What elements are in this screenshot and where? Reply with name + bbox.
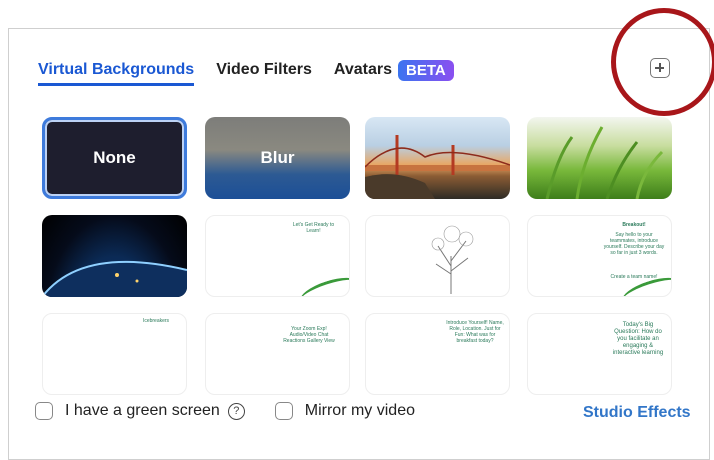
background-tabs: Virtual Backgrounds Video Filters Avatar… [38, 55, 454, 86]
background-none[interactable]: None [42, 117, 187, 199]
background-doc-introduce[interactable]: Introduce Yourself! Name, Role, Location… [365, 313, 510, 395]
tree-drawing [431, 225, 474, 294]
background-doc-get-ready[interactable]: Let's Get Ready to Learn! [205, 215, 350, 297]
mirror-video-checkbox[interactable] [274, 402, 293, 420]
background-doc-tree[interactable] [365, 215, 510, 297]
mirror-video-label: Mirror my video [304, 402, 415, 419]
earth-image [42, 260, 187, 297]
bridge-image [365, 135, 510, 199]
doc5-text: Your Zoom Exp! Audio/Video Chat Reaction… [283, 326, 335, 344]
background-earth[interactable] [42, 215, 187, 297]
doc7-text: Today's Big Question: How do you facilit… [612, 322, 664, 356]
background-grass[interactable] [527, 117, 672, 199]
tab-avatars[interactable]: Avatars [334, 61, 392, 79]
beta-badge: BETA [398, 59, 454, 81]
doc6-text: Introduce Yourself! Name, Role, Location… [446, 320, 504, 344]
doc1-text: Let's Get Ready to Learn! [292, 222, 335, 234]
doc3-title: Breakout! [622, 222, 646, 228]
green-screen-checkbox[interactable] [35, 402, 53, 420]
doc3-text: Say hello to your teammates, introduce y… [603, 232, 665, 256]
background-blur-label: Blur [260, 148, 295, 167]
background-doc-icebreakers[interactable]: Icebreakers [42, 313, 187, 395]
grass-image [545, 126, 664, 199]
background-doc-big-question[interactable]: Today's Big Question: How do you facilit… [527, 313, 672, 395]
background-none-label: None [93, 148, 136, 167]
doc1-swoosh [297, 272, 349, 296]
background-blur[interactable]: Blur [205, 117, 350, 199]
tab-video-filters[interactable]: Video Filters [216, 61, 312, 79]
add-background-button[interactable] [650, 58, 670, 78]
tab-avatars-wrap[interactable]: Avatars BETA [334, 59, 454, 81]
tab-virtual-backgrounds[interactable]: Virtual Backgrounds [38, 61, 195, 86]
doc4-title: Icebreakers [142, 318, 170, 324]
help-icon[interactable]: ? [227, 402, 245, 420]
studio-effects-link[interactable]: Studio Effects [583, 404, 691, 422]
background-golden-gate-bridge[interactable] [365, 117, 510, 199]
green-screen-label: I have a green screen [65, 402, 220, 419]
footer-options: I have a green screen ? Mirror my video [35, 402, 415, 420]
background-doc-breakout[interactable]: Breakout! Say hello to your teammates, i… [527, 215, 672, 297]
background-doc-zoom-exp[interactable]: Your Zoom Exp! Audio/Video Chat Reaction… [205, 313, 350, 395]
